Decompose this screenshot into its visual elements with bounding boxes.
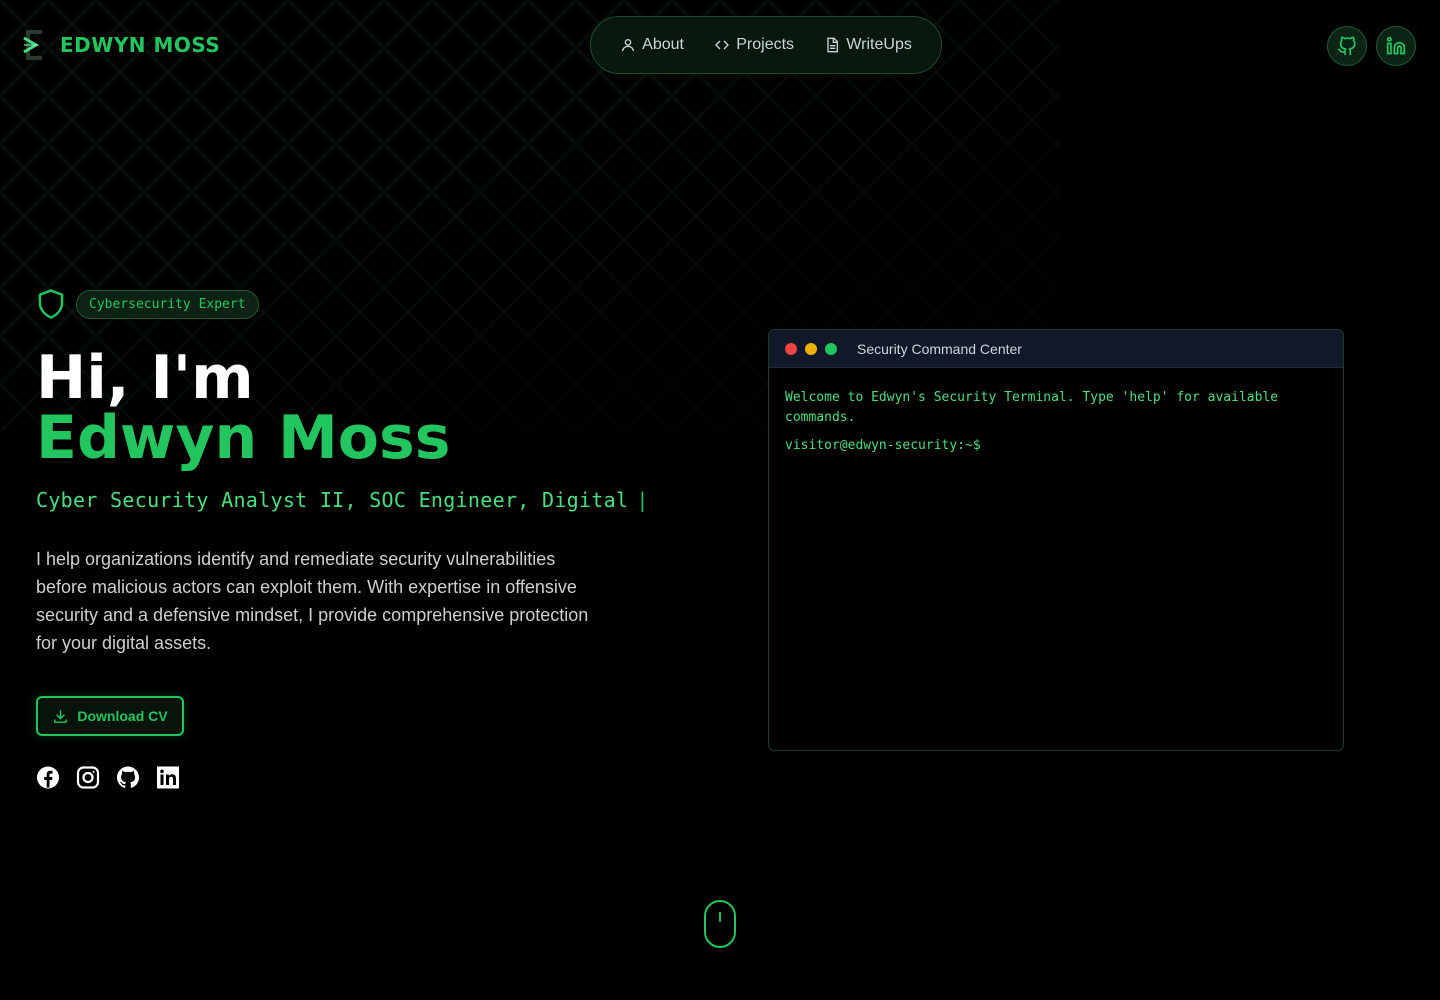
github-icon (117, 766, 139, 788)
hero-name: Edwyn Moss (36, 403, 451, 473)
typing-caret: | (636, 488, 649, 512)
header-linkedin-button[interactable] (1376, 26, 1416, 66)
nav-label-projects: Projects (736, 36, 795, 53)
hero-description: I help organizations identify and remedi… (36, 549, 589, 653)
hero-greeting: Hi, I'm (36, 343, 254, 413)
nav-item-writeups[interactable]: WriteUps (824, 36, 912, 54)
shield-icon (38, 289, 64, 319)
security-terminal[interactable]: Security Command Center Welcome to Edwyn… (768, 329, 1344, 751)
download-icon (54, 709, 68, 723)
nav-label-about: About (642, 36, 684, 53)
header-social-links (1327, 26, 1416, 66)
site-logo[interactable]: EDWYN MOSS (22, 28, 220, 62)
mouse-wheel (719, 912, 721, 922)
nav-label-writeups: WriteUps (846, 36, 912, 53)
document-icon (827, 37, 839, 53)
code-icon (715, 40, 730, 50)
download-cv-button[interactable]: Download CV (36, 696, 184, 736)
user-icon (622, 39, 635, 52)
linkedin-icon (157, 766, 179, 788)
terminal-title: Security Command Center (857, 340, 1022, 357)
logo-text: EDWYN MOSS (60, 33, 221, 57)
github-icon (1337, 36, 1356, 56)
scroll-indicator-mouse-icon[interactable] (704, 900, 736, 948)
window-maximize-dot[interactable] (825, 342, 837, 355)
roles-text: Cyber Security Analyst II, SOC Engineer,… (36, 488, 629, 512)
facebook-link[interactable] (36, 764, 60, 790)
facebook-icon (37, 766, 59, 788)
instagram-icon (76, 765, 100, 789)
window-close-dot[interactable] (785, 342, 797, 355)
hero-badge-row: Cybersecurity Expert (36, 288, 259, 320)
logo-icon (22, 28, 52, 62)
terminal-welcome-line: Welcome to Edwyn's Security Terminal. Ty… (785, 390, 1279, 425)
linkedin-link[interactable] (156, 764, 180, 790)
terminal-prompt[interactable]: visitor@edwyn-security:~$ (785, 436, 1327, 456)
main-nav: About Projects WriteUps (590, 16, 942, 74)
expertise-badge: Cybersecurity Expert (76, 289, 259, 319)
instagram-link[interactable] (76, 764, 100, 790)
terminal-body[interactable]: Welcome to Edwyn's Security Terminal. Ty… (769, 368, 1343, 484)
terminal-titlebar: Security Command Center (769, 330, 1343, 368)
github-link[interactable] (116, 764, 140, 790)
hero-social-links (36, 764, 180, 790)
download-cv-label: Download CV (77, 708, 168, 724)
linkedin-icon (1386, 36, 1406, 55)
nav-item-projects[interactable]: Projects (714, 36, 794, 54)
nav-item-about[interactable]: About (620, 36, 684, 54)
hero-roles: Cyber Security Analyst II, SOC Engineer,… (36, 488, 649, 512)
window-minimize-dot[interactable] (805, 342, 817, 355)
header-github-button[interactable] (1327, 26, 1367, 66)
